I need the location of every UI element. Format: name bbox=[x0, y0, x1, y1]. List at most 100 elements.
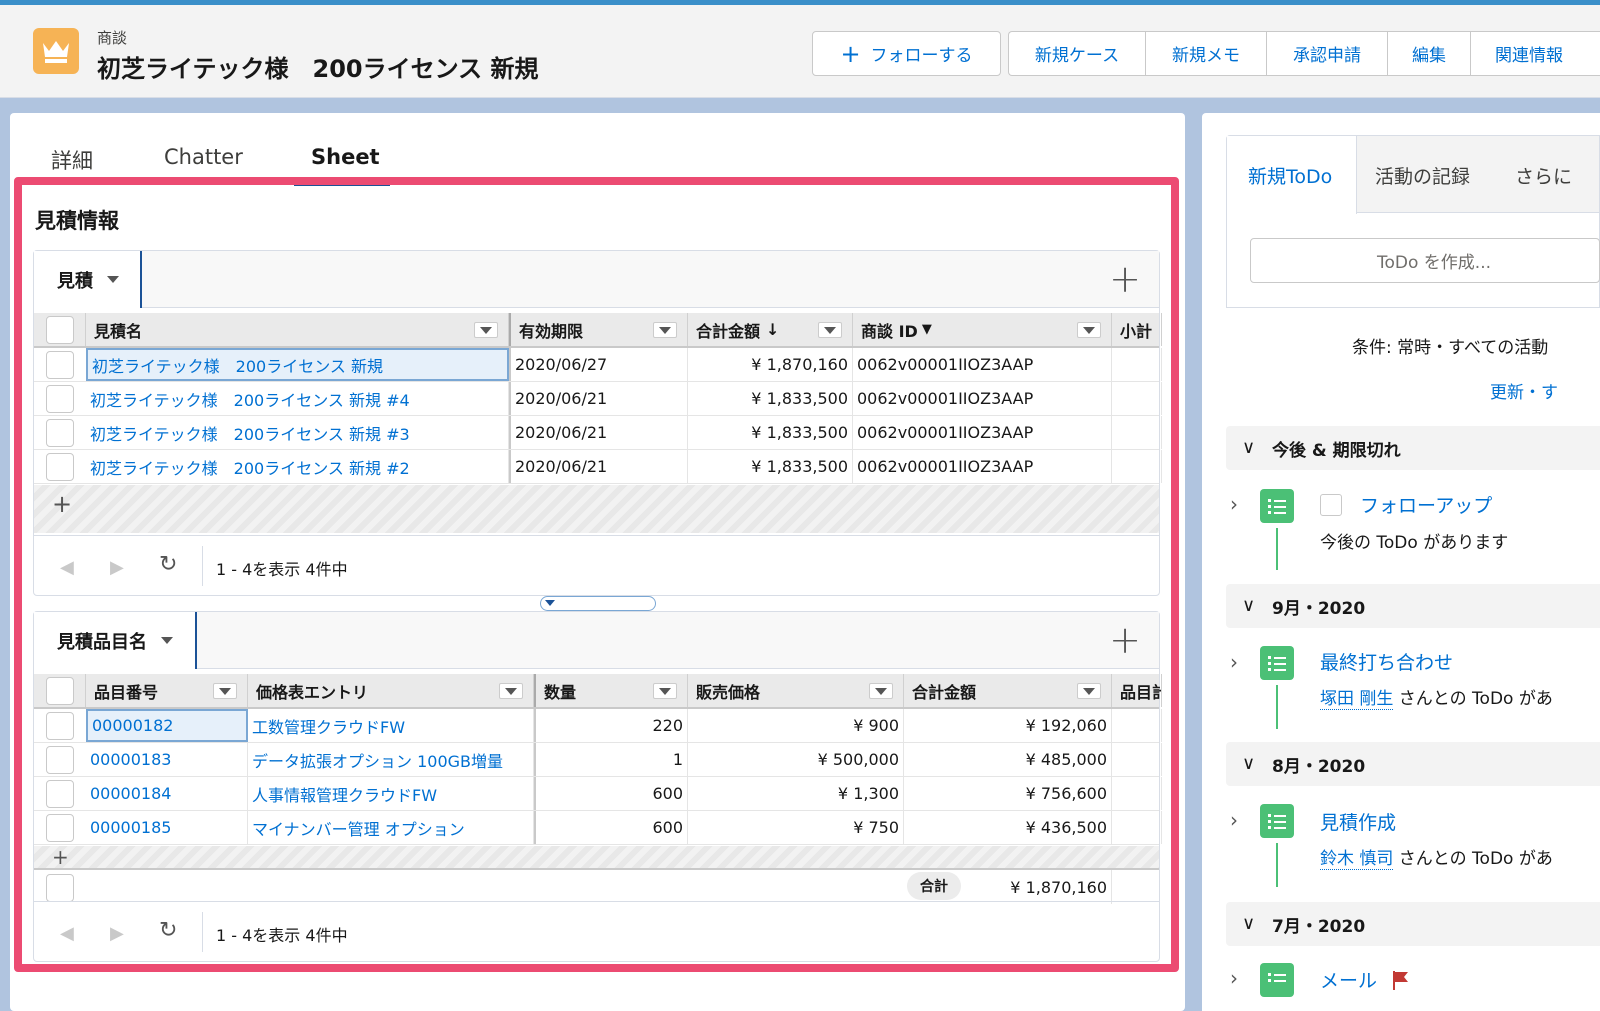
quotes-sheet-tab[interactable]: 見積 bbox=[34, 251, 142, 308]
group-jul-2020[interactable]: ∨ 7月・2020 bbox=[1226, 902, 1600, 946]
refresh-icon[interactable]: ↻ bbox=[159, 552, 177, 577]
row-checkbox[interactable] bbox=[46, 453, 74, 481]
next-page-icon[interactable]: ▶ bbox=[110, 557, 124, 578]
panel-splitter-handle[interactable] bbox=[540, 596, 656, 611]
price-entry-link[interactable]: マイナンバー管理 オプション bbox=[248, 811, 534, 844]
row-checkbox[interactable] bbox=[46, 746, 74, 774]
quotes-panel: 見積 + 見積名 有効期限 合計金額 ↓ 商談 ID ▼ 小計 初芝ライテック様 2… bbox=[33, 250, 1162, 596]
table-row[interactable]: 00000185 マイナンバー管理 オプション 600 ¥ 750 ¥ 436,500 bbox=[34, 811, 1162, 845]
quote-name-link[interactable]: 初芝ライテック様 200ライセンス 新規 bbox=[86, 348, 509, 381]
next-page-icon[interactable]: ▶ bbox=[110, 923, 124, 944]
activity-title-final-meeting[interactable]: 最終打ち合わせ bbox=[1320, 648, 1453, 675]
price-entry-link[interactable]: 人事情報管理クラウドFW bbox=[248, 777, 534, 810]
item-no-link[interactable]: 00000185 bbox=[86, 811, 248, 844]
add-row-plus-icon[interactable]: + bbox=[52, 492, 72, 516]
quote-name-link[interactable]: 初芝ライテック様 200ライセンス 新規 #2 bbox=[86, 450, 509, 483]
related-info-button[interactable]: 関連情報 bbox=[1471, 32, 1600, 75]
col-item-no[interactable]: 品目番号 bbox=[86, 674, 248, 707]
row-checkbox[interactable] bbox=[46, 385, 74, 413]
chevron-down-icon[interactable] bbox=[499, 683, 523, 699]
activity-title-email[interactable]: メール bbox=[1320, 966, 1377, 993]
add-sheet-plus-icon[interactable]: + bbox=[1109, 621, 1141, 659]
follow-button[interactable]: + フォローする bbox=[812, 31, 1001, 76]
table-row[interactable]: 00000184 人事情報管理クラウドFW 600 ¥ 1,300 ¥ 756,600 bbox=[34, 777, 1162, 811]
assignee-link[interactable]: 塚田 剛生 bbox=[1320, 689, 1394, 710]
col-sales-price[interactable]: 販売価格 bbox=[688, 674, 904, 707]
chevron-down-icon[interactable] bbox=[818, 322, 842, 338]
table-row[interactable]: 初芝ライテック様 200ライセンス 新規 #4 2020/06/21 ¥ 1,833… bbox=[34, 382, 1162, 416]
prev-page-icon[interactable]: ◀ bbox=[60, 557, 74, 578]
new-note-button[interactable]: 新規メモ bbox=[1146, 32, 1267, 75]
row-checkbox[interactable] bbox=[46, 874, 74, 902]
add-row-plus-icon[interactable]: + bbox=[52, 847, 69, 867]
item-subtotal-cell bbox=[1112, 743, 1162, 776]
col-line-total[interactable]: 合計金額 bbox=[904, 674, 1112, 707]
col-quote-name[interactable]: 見積名 bbox=[86, 313, 509, 346]
task-complete-checkbox[interactable] bbox=[1320, 494, 1342, 516]
table-row[interactable]: 初芝ライテック様 200ライセンス 新規 #2 2020/06/21 ¥ 1,833… bbox=[34, 450, 1162, 484]
item-no-link[interactable]: 00000183 bbox=[86, 743, 248, 776]
line-items-sheet-tab[interactable]: 見積品目名 bbox=[34, 612, 197, 669]
line-items-header-row: 品目番号 価格表エントリ 数量 販売価格 合計金額 品目計 bbox=[34, 674, 1162, 709]
col-qty[interactable]: 数量 bbox=[534, 674, 688, 707]
quote-name-link[interactable]: 初芝ライテック様 200ライセンス 新規 #3 bbox=[86, 416, 509, 449]
row-checkbox[interactable] bbox=[46, 712, 74, 740]
price-entry-link[interactable]: 工数管理クラウドFW bbox=[248, 709, 534, 742]
tab-log-activity[interactable]: 活動の記録 bbox=[1375, 162, 1470, 189]
chevron-right-icon[interactable]: › bbox=[1230, 808, 1238, 832]
col-price-entry[interactable]: 価格表エントリ bbox=[248, 674, 534, 707]
row-checkbox[interactable] bbox=[46, 419, 74, 447]
group-sep-2020[interactable]: ∨ 9月・2020 bbox=[1226, 584, 1600, 628]
refresh-expand-link[interactable]: 更新・す bbox=[1490, 378, 1558, 403]
chevron-down-icon[interactable] bbox=[1077, 322, 1101, 338]
new-case-button[interactable]: 新規ケース bbox=[1009, 32, 1146, 75]
chevron-down-icon[interactable] bbox=[653, 683, 677, 699]
submit-approval-button[interactable]: 承認申請 bbox=[1267, 32, 1388, 75]
edit-button[interactable]: 編集 bbox=[1388, 32, 1471, 75]
table-row[interactable]: 初芝ライテック様 200ライセンス 新規 #3 2020/06/21 ¥ 1,833… bbox=[34, 416, 1162, 450]
expiry-cell: 2020/06/21 bbox=[509, 416, 688, 449]
line-items-panel-header: 見積品目名 + bbox=[34, 612, 1159, 669]
col-total[interactable]: 合計金額 ↓ bbox=[688, 313, 853, 346]
refresh-icon[interactable]: ↻ bbox=[159, 918, 177, 943]
chevron-right-icon[interactable]: › bbox=[1230, 492, 1238, 516]
activity-title-quote[interactable]: 見積作成 bbox=[1320, 808, 1396, 835]
tab-more[interactable]: さらに bbox=[1515, 162, 1572, 189]
chevron-down-icon: ∨ bbox=[1242, 753, 1256, 774]
price-entry-link[interactable]: データ拡張オプション 100GB増量 bbox=[248, 743, 534, 776]
select-all-checkbox[interactable] bbox=[46, 316, 74, 344]
row-checkbox[interactable] bbox=[46, 780, 74, 808]
tab-sheet[interactable]: Sheet bbox=[311, 145, 380, 169]
table-row[interactable]: 初芝ライテック様 200ライセンス 新規 2020/06/27 ¥ 1,870,16… bbox=[34, 348, 1162, 382]
table-row[interactable]: 00000183 データ拡張オプション 100GB増量 1 ¥ 500,000 ¥ 48… bbox=[34, 743, 1162, 777]
chevron-right-icon[interactable]: › bbox=[1230, 966, 1238, 990]
tab-new-todo[interactable]: 新規ToDo bbox=[1248, 162, 1332, 189]
todo-create-input[interactable]: ToDo を作成... bbox=[1250, 238, 1600, 283]
col-opp-id[interactable]: 商談 ID ▼ bbox=[853, 313, 1112, 346]
chevron-down-icon[interactable] bbox=[213, 683, 237, 699]
chevron-down-icon[interactable] bbox=[474, 322, 498, 338]
chevron-right-icon[interactable]: › bbox=[1230, 650, 1238, 674]
col-item-subtotal[interactable]: 品目計 bbox=[1112, 674, 1162, 707]
tab-details[interactable]: 詳細 bbox=[51, 145, 93, 175]
table-row[interactable]: 00000182 工数管理クラウドFW 220 ¥ 900 ¥ 192,060 bbox=[34, 709, 1162, 743]
chevron-down-icon[interactable] bbox=[1077, 683, 1101, 699]
quote-name-link[interactable]: 初芝ライテック様 200ライセンス 新規 #4 bbox=[86, 382, 509, 415]
chevron-down-icon[interactable] bbox=[869, 683, 893, 699]
group-aug-2020[interactable]: ∨ 8月・2020 bbox=[1226, 742, 1600, 786]
group-upcoming[interactable]: ∨ 今後 & 期限切れ bbox=[1226, 426, 1600, 470]
col-subtotal[interactable]: 小計 bbox=[1112, 313, 1162, 346]
col-expiry[interactable]: 有効期限 bbox=[509, 313, 688, 346]
select-all-checkbox[interactable] bbox=[46, 677, 74, 705]
item-no-link[interactable]: 00000182 bbox=[86, 709, 248, 742]
row-checkbox[interactable] bbox=[46, 351, 74, 379]
tab-chatter[interactable]: Chatter bbox=[164, 145, 243, 169]
item-no-link[interactable]: 00000184 bbox=[86, 777, 248, 810]
add-sheet-plus-icon[interactable]: + bbox=[1109, 260, 1141, 298]
prev-page-icon[interactable]: ◀ bbox=[60, 923, 74, 944]
activity-title-followup[interactable]: フォローアップ bbox=[1360, 491, 1492, 518]
flag-icon bbox=[1393, 971, 1408, 990]
row-checkbox[interactable] bbox=[46, 814, 74, 842]
assignee-link[interactable]: 鈴木 慎司 bbox=[1320, 849, 1394, 870]
chevron-down-icon[interactable] bbox=[653, 322, 677, 338]
